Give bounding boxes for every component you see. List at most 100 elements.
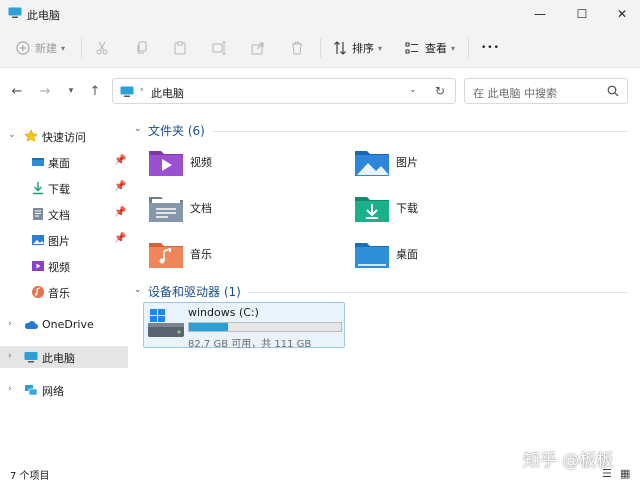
chevron-down-icon[interactable]: ⌄ bbox=[134, 124, 142, 134]
sidebar-item-network[interactable]: › 网络 bbox=[0, 379, 128, 401]
folder-pictures[interactable]: 图片 bbox=[354, 144, 534, 184]
rename-icon bbox=[212, 41, 226, 55]
sidebar-item-quick-access[interactable]: ⌄ 快速访问 bbox=[0, 125, 128, 147]
sidebar-item-label: 下载 bbox=[48, 183, 70, 196]
forward-arrow-icon[interactable]: → bbox=[36, 82, 54, 100]
pin-icon: 📌 bbox=[114, 233, 127, 244]
sort-label: 排序 bbox=[352, 42, 374, 55]
sidebar-item-desktop[interactable]: 桌面 📌 bbox=[0, 151, 128, 173]
pin-icon: 📌 bbox=[114, 155, 127, 166]
sidebar-item-onedrive[interactable]: › OneDrive bbox=[0, 314, 128, 336]
download-icon bbox=[31, 181, 45, 195]
folders-group-header[interactable]: 文件夹 (6) bbox=[148, 122, 205, 139]
folder-label: 音乐 bbox=[190, 248, 212, 261]
folder-downloads[interactable]: 下载 bbox=[354, 190, 534, 230]
new-label: 新建 bbox=[35, 42, 57, 55]
sidebar-item-pictures[interactable]: 图片 📌 bbox=[0, 229, 128, 251]
sidebar-item-music[interactable]: 音乐 bbox=[0, 281, 128, 303]
cloud-icon bbox=[24, 318, 38, 332]
close-button[interactable]: ✕ bbox=[602, 0, 640, 28]
computer-icon bbox=[120, 86, 134, 101]
recent-locations-chevron-icon[interactable]: ▾ bbox=[62, 82, 80, 100]
large-icons-view-icon[interactable]: ▦ bbox=[620, 467, 630, 480]
copy-button[interactable] bbox=[135, 37, 149, 59]
chevron-down-icon[interactable]: ⌄ bbox=[409, 85, 417, 95]
folder-music[interactable]: 音乐 bbox=[148, 236, 328, 276]
music-folder-icon bbox=[148, 238, 184, 270]
chevron-down-icon[interactable]: ⌄ bbox=[134, 285, 142, 295]
documents-folder-icon bbox=[148, 192, 184, 224]
sidebar-item-label: 桌面 bbox=[48, 157, 70, 170]
sidebar-item-downloads[interactable]: 下载 📌 bbox=[0, 177, 128, 199]
share-icon bbox=[251, 41, 265, 55]
cut-button[interactable] bbox=[95, 37, 109, 59]
devices-group-header[interactable]: 设备和驱动器 (1) bbox=[148, 283, 241, 300]
watermark: 知乎 @板板 bbox=[523, 451, 614, 471]
group-divider bbox=[248, 292, 628, 293]
chevron-down-icon[interactable]: ⌄ bbox=[8, 130, 16, 140]
up-arrow-icon[interactable]: ↑ bbox=[86, 82, 104, 100]
toolbar-divider bbox=[468, 38, 469, 58]
paste-button[interactable] bbox=[173, 37, 187, 59]
chevron-right-icon[interactable]: › bbox=[8, 351, 12, 361]
drive-name: windows (C:) bbox=[188, 306, 259, 319]
toolbar-divider bbox=[320, 38, 321, 58]
sidebar-item-label: 图片 bbox=[48, 235, 70, 248]
address-bar[interactable]: › 此电脑 ⌄ ↻ bbox=[112, 78, 456, 104]
folder-documents[interactable]: 文档 bbox=[148, 190, 328, 230]
maximize-button[interactable]: ☐ bbox=[562, 0, 602, 28]
chevron-down-icon: ▾ bbox=[451, 43, 456, 53]
sidebar-item-videos[interactable]: 视频 bbox=[0, 255, 128, 277]
drive-usage-bar bbox=[188, 322, 342, 332]
view-button[interactable]: 查看 ▾ bbox=[405, 37, 455, 59]
minimize-button[interactable]: — bbox=[520, 0, 560, 28]
sidebar-item-label: OneDrive bbox=[42, 318, 94, 331]
clipboard-icon bbox=[173, 41, 187, 55]
sidebar-item-label: 网络 bbox=[42, 385, 64, 398]
hard-drive-icon bbox=[147, 307, 185, 346]
sort-button[interactable]: 排序 ▾ bbox=[333, 37, 382, 59]
sidebar-item-this-pc[interactable]: › 此电脑 bbox=[0, 346, 128, 368]
folder-videos[interactable]: 视频 bbox=[148, 144, 328, 184]
computer-icon bbox=[8, 7, 22, 19]
sidebar-item-documents[interactable]: 文档 📌 bbox=[0, 203, 128, 225]
desktop-folder-icon bbox=[354, 238, 390, 270]
sidebar-item-label: 视频 bbox=[48, 261, 70, 274]
downloads-folder-icon bbox=[354, 192, 390, 224]
view-list-icon bbox=[405, 41, 419, 55]
new-button[interactable]: 新建 ▾ bbox=[16, 37, 65, 59]
delete-button[interactable] bbox=[290, 37, 304, 59]
search-icon[interactable] bbox=[607, 85, 619, 100]
pictures-folder-icon bbox=[354, 146, 390, 178]
sort-icon bbox=[333, 41, 347, 55]
view-label: 查看 bbox=[425, 42, 447, 55]
folder-label: 桌面 bbox=[396, 248, 418, 261]
copy-icon bbox=[135, 41, 149, 55]
breadcrumb-chevron-icon[interactable]: › bbox=[140, 85, 144, 95]
pin-icon: 📌 bbox=[114, 207, 127, 218]
computer-icon bbox=[24, 350, 38, 364]
chevron-right-icon[interactable]: › bbox=[8, 384, 12, 394]
rename-button[interactable] bbox=[212, 37, 226, 59]
folder-label: 文档 bbox=[190, 202, 212, 215]
folder-desktop[interactable]: 桌面 bbox=[354, 236, 534, 276]
videos-icon bbox=[31, 259, 45, 273]
share-button[interactable] bbox=[251, 37, 265, 59]
music-icon bbox=[31, 285, 45, 299]
more-options-button[interactable]: ••• bbox=[481, 37, 500, 59]
toolbar-divider bbox=[81, 38, 82, 58]
breadcrumb-current[interactable]: 此电脑 bbox=[151, 85, 184, 101]
star-icon bbox=[24, 129, 38, 143]
document-icon bbox=[31, 207, 45, 221]
desktop-icon bbox=[31, 155, 45, 169]
pin-icon: 📌 bbox=[114, 181, 127, 192]
navigation-pane: ⌄ 快速访问 桌面 📌 下载 📌 文档 📌 图片 📌 视频 音乐 › OneDr… bbox=[0, 114, 128, 464]
back-arrow-icon[interactable]: ← bbox=[8, 82, 26, 100]
refresh-icon[interactable]: ↻ bbox=[435, 84, 445, 98]
pictures-icon bbox=[31, 233, 45, 247]
plus-circle-icon bbox=[16, 41, 30, 55]
drive-space-info: 82.7 GB 可用，共 111 GB bbox=[188, 339, 312, 350]
search-box[interactable]: 在 此电脑 中搜索 bbox=[464, 78, 628, 104]
chevron-right-icon[interactable]: › bbox=[8, 319, 12, 329]
drive-c[interactable]: windows (C:) 82.7 GB 可用，共 111 GB bbox=[143, 302, 345, 350]
